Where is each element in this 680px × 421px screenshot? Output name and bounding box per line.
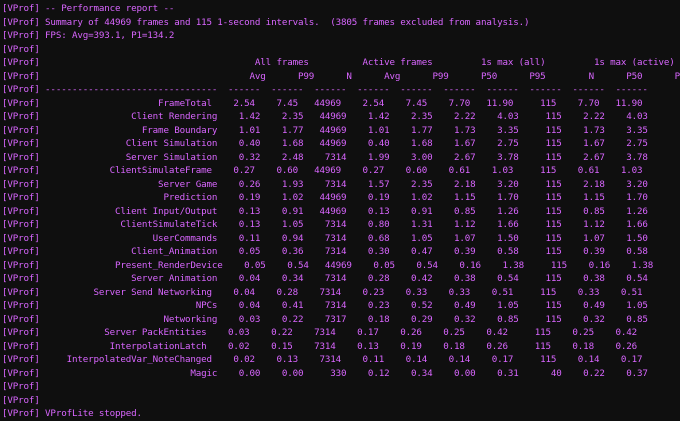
console-line: [VProf] ClientSimulateTick 0.13 1.05 731… bbox=[2, 219, 648, 230]
console-output: [VProf] -- Performance report -- [VProf]… bbox=[0, 0, 680, 421]
console-line: [VProf] Summary of 44969 frames and 115 … bbox=[2, 16, 530, 28]
console-line: [VProf] Magic 0.00 0.00 330 0.12 0.34 0.… bbox=[2, 367, 648, 379]
console-line: [VProf] bbox=[2, 381, 40, 392]
console-line: [VProf] Server PackEntities 0.03 0.22 73… bbox=[2, 327, 637, 338]
console-line: [VProf] Prediction 0.19 1.02 44969 0.19 … bbox=[2, 192, 648, 203]
console-line: [VProf] FPS: Avg=393.1, P1=134.2 bbox=[2, 30, 175, 41]
console-line: [VProf] -- Performance report -- bbox=[2, 3, 175, 14]
console-line: [VProf] Present_RenderDevice 0.05 0.54 4… bbox=[2, 259, 654, 271]
console-line: [VProf] Client_Animation 0.05 0.36 7314 … bbox=[2, 246, 648, 257]
console-line: [VProf] --------------------------------… bbox=[2, 84, 648, 95]
console-line: [VProf] Server Simulation 0.32 2.48 7314… bbox=[2, 151, 648, 163]
console-line: [VProf] Server Game 0.26 1.93 7314 1.57 … bbox=[2, 178, 648, 190]
console-line: [VProf] InterpolatedVar_NoteChanged 0.02… bbox=[2, 354, 643, 365]
console-line: [VProf] NPCs 0.04 0.41 7314 0.23 0.52 0.… bbox=[2, 300, 648, 311]
console-line: [VProf] Avg P99 N Avg P99 P50 P95 N P50 … bbox=[2, 70, 680, 82]
console-line: [VProf] ClientSimulateFrame 0.27 0.60 44… bbox=[2, 165, 643, 176]
console-line: [VProf] Client Simulation 0.40 1.68 4496… bbox=[2, 138, 648, 149]
console-line: [VProf] VProfLite stopped. bbox=[2, 408, 142, 419]
console-line: [VProf] Client Rendering 1.42 2.35 44969… bbox=[2, 111, 648, 122]
console-line: [VProf] FrameTotal 2.54 7.45 44969 2.54 … bbox=[2, 97, 643, 109]
console-line: [VProf] bbox=[2, 394, 40, 406]
console-line: [VProf] Client Input/Output 0.13 0.91 44… bbox=[2, 205, 648, 217]
console-line: [VProf] UserCommands 0.11 0.94 7314 0.68… bbox=[2, 232, 648, 244]
console-line: [VProf] Server Animation 0.04 0.34 7314 … bbox=[2, 273, 648, 284]
console-line: [VProf] Server Send Networking 0.04 0.28… bbox=[2, 286, 643, 298]
console-line: [VProf] Frame Boundary 1.01 1.77 44969 1… bbox=[2, 124, 648, 136]
console-line: [VProf] bbox=[2, 43, 40, 55]
console-line: [VProf] All frames Active frames 1s max … bbox=[2, 57, 675, 68]
console-line: [VProf] InterpolationLatch 0.02 0.15 731… bbox=[2, 340, 637, 352]
console-line: [VProf] Networking 0.03 0.22 7317 0.18 0… bbox=[2, 313, 648, 325]
